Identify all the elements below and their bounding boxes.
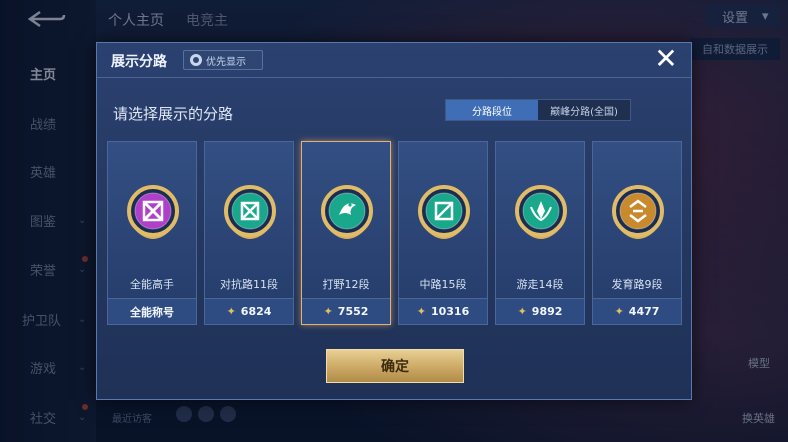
gear-icon xyxy=(190,54,202,66)
lane-rank-label: 游走14段 xyxy=(516,278,564,291)
lane-rank-label: 发育路9段 xyxy=(611,278,663,291)
lane-display-dialog: 展示分路 优先显示 ✕ 请选择展示的分路 分路段位 巅峰分路(全国) 全能高手全… xyxy=(96,42,692,400)
lane-rank-label: 对抗路11段 xyxy=(220,278,278,291)
title-label: 全能称号 xyxy=(130,305,174,319)
divider xyxy=(97,77,691,78)
card-footer: 全能称号 xyxy=(108,298,196,324)
dialog-header: 展示分路 优先显示 ✕ xyxy=(97,43,691,77)
battle-points-icon: ✦ xyxy=(416,305,426,318)
lane-card[interactable]: 中路15段 ✦ 10316 xyxy=(398,141,488,325)
mid-lane-emblem-icon xyxy=(418,185,470,239)
lane-card[interactable]: 打野12段 ✦ 7552 xyxy=(301,141,391,325)
segment-control: 分路段位 巅峰分路(全国) xyxy=(445,99,631,121)
lane-rank-label: 打野12段 xyxy=(322,278,370,291)
battle-points-icon: ✦ xyxy=(323,305,333,318)
jungle-emblem-icon xyxy=(321,185,373,239)
tab-peak-lane[interactable]: 巅峰分路(全国) xyxy=(538,100,630,120)
lane-card[interactable]: 对抗路11段 ✦ 6824 xyxy=(204,141,294,325)
card-footer: ✦ 6824 xyxy=(205,298,293,324)
battle-points-value: 9892 xyxy=(531,305,563,318)
clash-lane-emblem-icon xyxy=(224,185,276,239)
card-footer: ✦ 7552 xyxy=(302,298,390,324)
battle-points-icon: ✦ xyxy=(614,305,624,318)
close-icon[interactable]: ✕ xyxy=(651,45,681,75)
dialog-title: 展示分路 xyxy=(111,54,167,70)
lane-card[interactable]: 发育路9段 ✦ 4477 xyxy=(592,141,682,325)
card-footer: ✦ 10316 xyxy=(399,298,487,324)
battle-points-value: 7552 xyxy=(337,305,369,318)
battle-points-icon: ✦ xyxy=(517,305,527,318)
lane-card[interactable]: 游走14段 ✦ 9892 xyxy=(495,141,585,325)
battle-points-value: 10316 xyxy=(430,305,470,318)
priority-display-button[interactable]: 优先显示 xyxy=(183,50,263,70)
confirm-button[interactable]: 确定 xyxy=(326,349,464,383)
confirm-label: 确定 xyxy=(381,359,409,375)
tab-lane-rank[interactable]: 分路段位 xyxy=(446,100,538,120)
card-footer: ✦ 4477 xyxy=(593,298,681,324)
allround-emblem-icon xyxy=(127,185,179,239)
lane-rank-label: 中路15段 xyxy=(419,278,467,291)
battle-points-icon: ✦ xyxy=(226,305,236,318)
lane-card[interactable]: 全能高手 全能称号 xyxy=(107,141,197,325)
farm-lane-emblem-icon xyxy=(612,185,664,239)
dialog-subtitle: 请选择展示的分路 xyxy=(113,105,234,123)
battle-points-value: 4477 xyxy=(628,305,660,318)
lane-rank-label: 全能高手 xyxy=(130,278,174,291)
lane-card-list: 全能高手 全能称号 对抗路11段 ✦ 6824 打野12段 ✦ 7552 中路1… xyxy=(107,141,682,325)
battle-points-value: 6824 xyxy=(240,305,272,318)
card-footer: ✦ 9892 xyxy=(496,298,584,324)
roam-emblem-icon xyxy=(515,185,567,239)
priority-display-label: 优先显示 xyxy=(206,56,246,68)
